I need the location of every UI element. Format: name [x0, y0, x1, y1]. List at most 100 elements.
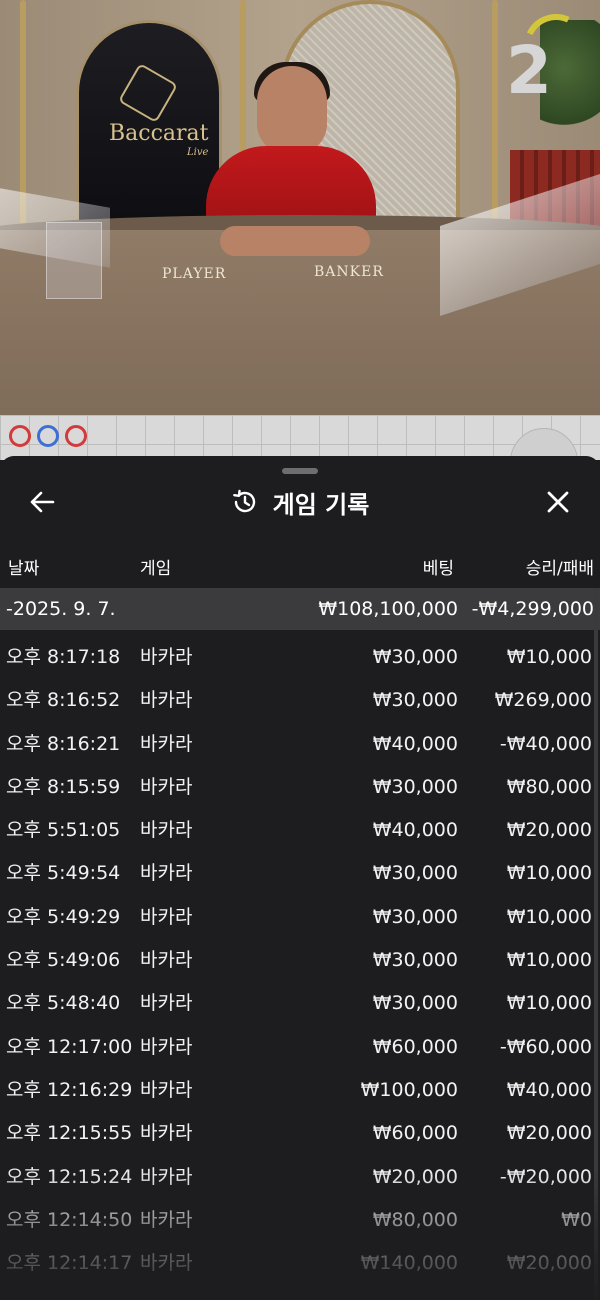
history-row[interactable]: 오후 12:15:24 바카라 ₩20,000 -₩20,000 [0, 1156, 592, 1199]
row-bet: ₩20,000 [372, 1165, 458, 1188]
header-date: 날짜 [8, 559, 40, 579]
row-result: ₩269,000 [494, 689, 592, 712]
row-result: ₩10,000 [506, 949, 592, 972]
row-bet: ₩40,000 [372, 819, 458, 842]
row-result: -₩20,000 [499, 1165, 592, 1188]
header-game: 게임 [140, 559, 172, 579]
row-time: 오후 8:15:59 [6, 775, 121, 798]
group-result-total: -₩4,299,000 [471, 598, 594, 620]
row-game: 바카라 [140, 1122, 193, 1145]
row-bet: ₩60,000 [372, 1035, 458, 1058]
row-time: 오후 5:51:05 [6, 819, 121, 842]
row-result: ₩10,000 [506, 905, 592, 928]
drag-handle[interactable] [282, 468, 318, 474]
row-game: 바카라 [140, 775, 193, 798]
history-row[interactable]: 오후 8:17:18 바카라 ₩30,000 ₩10,000 [0, 636, 592, 679]
road-circle-banker [65, 425, 87, 447]
arrow-left-icon [30, 491, 55, 513]
group-bet-total: ₩108,100,000 [318, 598, 458, 620]
history-row[interactable]: 오후 5:48:40 바카라 ₩30,000 ₩10,000 [0, 982, 592, 1025]
row-result: -₩60,000 [499, 1035, 592, 1058]
row-game: 바카라 [140, 646, 193, 668]
row-bet: ₩100,000 [360, 1078, 458, 1101]
row-result: ₩80,000 [506, 775, 592, 798]
row-time: 오후 12:14:50 [6, 1208, 133, 1231]
row-time: 오후 12:15:55 [6, 1122, 133, 1145]
scrollbar[interactable] [594, 588, 598, 1300]
row-bet: ₩140,000 [360, 1252, 458, 1275]
dealer-arms [220, 226, 370, 256]
row-game: 바카라 [140, 732, 193, 755]
row-bet: ₩30,000 [372, 689, 458, 712]
history-row[interactable]: 오후 5:51:05 바카라 ₩40,000 ₩20,000 [0, 809, 592, 852]
history-row[interactable]: 오후 12:14:17 바카라 ₩140,000 ₩20,000 [0, 1242, 592, 1285]
history-row[interactable]: 오후 12:14:50 바카라 ₩80,000 ₩0 [0, 1199, 592, 1242]
history-row[interactable]: 오후 5:49:06 바카라 ₩30,000 ₩10,000 [0, 939, 592, 982]
row-game: 바카라 [140, 1252, 193, 1275]
group-date: -2025. 9. 7. [6, 598, 116, 620]
row-game: 바카라 [140, 1165, 193, 1188]
card-box [46, 222, 102, 299]
row-result: ₩0 [561, 1208, 592, 1231]
date-group-row[interactable]: -2025. 9. 7. ₩108,100,000 -₩4,299,000 [0, 588, 600, 630]
history-row[interactable]: 오후 12:15:55 바카라 ₩60,000 ₩20,000 [0, 1112, 592, 1155]
row-time: 오후 8:17:18 [6, 646, 121, 668]
row-time: 오후 8:16:21 [6, 732, 121, 755]
table-header: 날짜 게임 베팅 승리/패배 [0, 552, 600, 586]
row-bet: ₩30,000 [372, 905, 458, 928]
header-result: 승리/패배 [525, 559, 594, 579]
row-game: 바카라 [140, 905, 193, 928]
row-result: ₩10,000 [506, 992, 592, 1015]
history-row[interactable]: 오후 5:49:54 바카라 ₩30,000 ₩10,000 [0, 852, 592, 895]
row-game: 바카라 [140, 1208, 193, 1231]
row-game: 바카라 [140, 1078, 193, 1101]
row-game: 바카라 [140, 862, 193, 885]
history-row[interactable]: 오후 12:16:29 바카라 ₩100,000 ₩40,000 [0, 1069, 592, 1112]
row-time: 오후 5:49:06 [6, 949, 121, 972]
row-time: 오후 5:49:29 [6, 905, 121, 928]
history-row[interactable]: 오후 5:49:29 바카라 ₩30,000 ₩10,000 [0, 896, 592, 939]
row-game: 바카라 [140, 949, 193, 972]
row-result: ₩20,000 [506, 819, 592, 842]
row-time: 오후 5:49:54 [6, 862, 121, 885]
close-button[interactable] [540, 484, 576, 520]
row-bet: ₩30,000 [372, 992, 458, 1015]
row-time: 오후 12:17:00 [6, 1035, 133, 1058]
history-row[interactable]: 오후 8:15:59 바카라 ₩30,000 ₩80,000 [0, 766, 592, 809]
baccarat-logo: Baccarat Live [76, 20, 222, 230]
row-bet: ₩60,000 [372, 1122, 458, 1145]
road-circle-player [37, 425, 59, 447]
panel-title: 게임 기록 [272, 490, 370, 519]
row-time: 오후 12:15:24 [6, 1165, 133, 1188]
road-circle-banker [9, 425, 31, 447]
row-game: 바카라 [140, 992, 193, 1015]
row-result: ₩10,000 [506, 646, 592, 668]
row-game: 바카라 [140, 689, 193, 712]
row-result: ₩10,000 [506, 862, 592, 885]
logo-emblem-icon [117, 62, 179, 124]
history-row[interactable]: 오후 12:17:00 바카라 ₩60,000 -₩60,000 [0, 1026, 592, 1069]
close-icon [547, 491, 569, 513]
row-bet: ₩30,000 [372, 949, 458, 972]
history-row[interactable]: 오후 8:16:52 바카라 ₩30,000 ₩269,000 [0, 679, 592, 722]
row-result: -₩40,000 [499, 732, 592, 755]
row-bet: ₩30,000 [372, 646, 458, 668]
wall-trim [492, 0, 498, 230]
row-bet: ₩80,000 [372, 1208, 458, 1231]
table-label-banker: BANKER [314, 264, 384, 280]
row-result: ₩20,000 [506, 1252, 592, 1275]
row-time: 오후 8:16:52 [6, 689, 121, 712]
row-bet: ₩30,000 [372, 862, 458, 885]
panel-header: 게임 기록 [0, 484, 600, 520]
row-time: 오후 12:14:17 [6, 1252, 133, 1275]
countdown-timer: 2 [506, 32, 552, 109]
history-list: 오후 8:17:18 바카라 ₩30,000 ₩10,000 오후 8:16:52 바카라… [0, 636, 592, 1285]
row-time: 오후 5:48:40 [6, 992, 121, 1015]
history-row[interactable]: 오후 8:16:21 바카라 ₩40,000 -₩40,000 [0, 723, 592, 766]
row-time: 오후 12:16:29 [6, 1078, 133, 1101]
row-bet: ₩40,000 [372, 732, 458, 755]
logo-text: Baccarat [109, 121, 209, 146]
back-button[interactable] [24, 484, 60, 520]
history-icon [232, 489, 255, 513]
header-bet: 베팅 [422, 559, 454, 579]
